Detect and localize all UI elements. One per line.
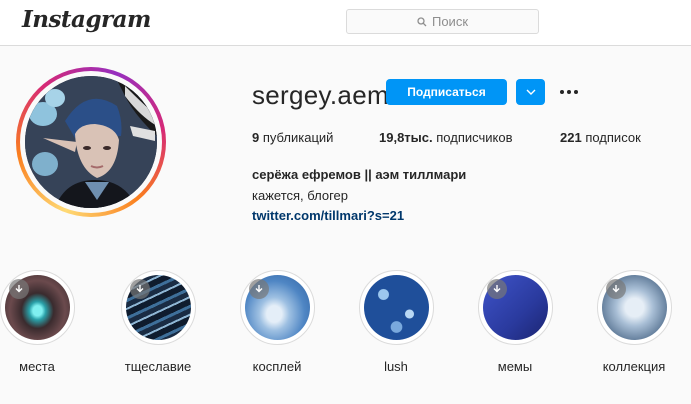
highlight-cover — [364, 275, 429, 340]
profile-full-name: серёжа ефремов || аэм тиллмари — [252, 167, 467, 182]
followers-count: 19,8тыс. — [379, 130, 433, 145]
highlight-label: тщеславие — [124, 359, 192, 374]
profile-bio: кажется, блогер — [252, 188, 349, 203]
following-stat[interactable]: 221 подписок — [560, 130, 641, 145]
highlight-cosplay[interactable]: косплей — [240, 270, 315, 374]
highlight-label: места — [19, 359, 55, 374]
highlight-label: коллекция — [602, 359, 666, 374]
posts-count: 9 — [252, 130, 260, 145]
highlight-vanity[interactable]: тщеславие — [121, 270, 196, 374]
highlight-collection[interactable]: коллекция — [597, 270, 672, 374]
highlight-lush[interactable]: lush — [359, 270, 434, 374]
download-icon — [249, 279, 269, 299]
highlight-places[interactable]: места — [0, 270, 75, 374]
posts-label: публикаций — [262, 130, 334, 145]
highlight-circle — [121, 270, 196, 345]
following-count: 221 — [560, 130, 582, 145]
suggested-accounts-button[interactable] — [516, 79, 545, 105]
highlight-circle — [597, 270, 672, 345]
profile-avatar[interactable] — [16, 67, 166, 217]
search-placeholder: Поиск — [431, 14, 469, 29]
highlight-circle — [240, 270, 315, 345]
download-icon — [130, 279, 150, 299]
follow-button[interactable]: Подписаться — [386, 79, 507, 105]
following-label: подписок — [585, 130, 641, 145]
highlight-label: мемы — [497, 359, 533, 374]
search-input[interactable]: Поиск — [346, 9, 539, 34]
options-button[interactable] — [556, 80, 582, 104]
followers-label: подписчиков — [436, 130, 513, 145]
avatar-image — [25, 76, 157, 208]
search-icon — [417, 16, 427, 26]
instagram-logo[interactable]: Instagram — [22, 6, 151, 33]
highlight-circle — [359, 270, 434, 345]
avatar-gap — [20, 71, 162, 213]
chevron-down-icon — [526, 89, 535, 95]
profile-username: sergey.aem — [252, 80, 389, 110]
highlight-circle — [0, 270, 75, 345]
more-dot-icon — [567, 90, 571, 94]
profile-link[interactable]: twitter.com/tillmari?s=21 — [252, 208, 404, 223]
highlight-memes[interactable]: мемы — [478, 270, 553, 374]
more-dot-icon — [560, 90, 564, 94]
download-icon — [9, 279, 29, 299]
highlight-label: lush — [384, 359, 408, 374]
followers-stat[interactable]: 19,8тыс. подписчиков — [379, 130, 512, 145]
download-icon — [487, 279, 507, 299]
highlight-label: косплей — [252, 359, 302, 374]
more-dot-icon — [574, 90, 578, 94]
highlight-circle — [478, 270, 553, 345]
avatar-portrait — [25, 76, 157, 208]
download-icon — [606, 279, 626, 299]
top-navigation-bar: Instagram Поиск — [0, 0, 691, 46]
posts-stat: 9 публикаций — [252, 130, 333, 145]
